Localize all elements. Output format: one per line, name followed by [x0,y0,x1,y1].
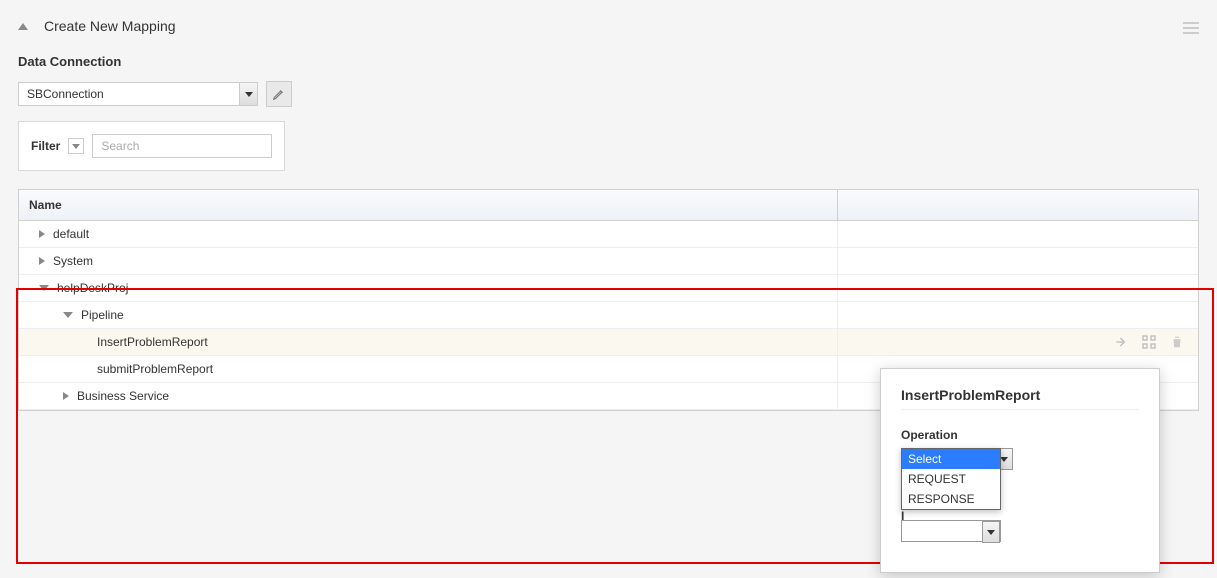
operation-option-select[interactable]: Select [902,449,1000,469]
filter-panel: Filter [18,121,285,171]
collapse-toggle-icon[interactable] [18,23,28,30]
data-connection-label: Data Connection [18,54,1199,69]
tree-row-insertproblemreport[interactable]: InsertProblemReport [19,329,1198,356]
use-icon[interactable] [1112,333,1130,351]
secondary-select[interactable] [901,520,1001,542]
expand-icon[interactable] [63,392,69,400]
tree-node-label: submitProblemReport [97,362,213,376]
tree-node-label: System [53,254,93,268]
collapse-icon[interactable] [39,285,49,291]
secondary-dropdown-button[interactable] [982,521,1000,543]
tree-row-helpdeskproj[interactable]: helpDeskProj [19,275,1198,302]
column-header-actions [838,190,1198,220]
operation-dropdown-list: Select REQUEST RESPONSE [901,448,1001,510]
data-connection-dropdown-button[interactable] [239,83,257,105]
collapse-icon[interactable] [63,312,73,318]
filter-label: Filter [31,139,60,153]
tree-node-label: default [53,227,89,241]
edit-connection-button[interactable] [266,81,292,107]
popup-title: InsertProblemReport [901,387,1139,403]
tree-row-default[interactable]: default [19,221,1198,248]
expand-icon[interactable] [39,230,45,238]
operation-label: Operation [901,428,1139,442]
filter-type-dropdown[interactable] [68,138,84,154]
tree-node-label: Pipeline [81,308,124,322]
operation-option-request[interactable]: REQUEST [902,469,1000,489]
operation-popup: InsertProblemReport Operation Select Sel… [880,368,1160,573]
page-title: Create New Mapping [44,18,176,34]
expand-icon[interactable] [39,257,45,265]
filter-search-input[interactable] [92,134,272,158]
operation-option-response[interactable]: RESPONSE [902,489,1000,509]
menu-icon[interactable] [1183,22,1199,34]
tree-row-pipeline[interactable]: Pipeline [19,302,1198,329]
data-connection-value: SBConnection [19,87,239,101]
tree-row-system[interactable]: System [19,248,1198,275]
delete-icon[interactable] [1168,333,1186,351]
data-connection-select[interactable]: SBConnection [18,82,258,106]
column-header-name[interactable]: Name [19,190,838,220]
map-icon[interactable] [1140,333,1158,351]
tree-node-label: Business Service [77,389,169,403]
tree-node-label: InsertProblemReport [97,335,208,349]
tree-node-label: helpDeskProj [57,281,128,295]
pencil-icon [272,87,286,101]
